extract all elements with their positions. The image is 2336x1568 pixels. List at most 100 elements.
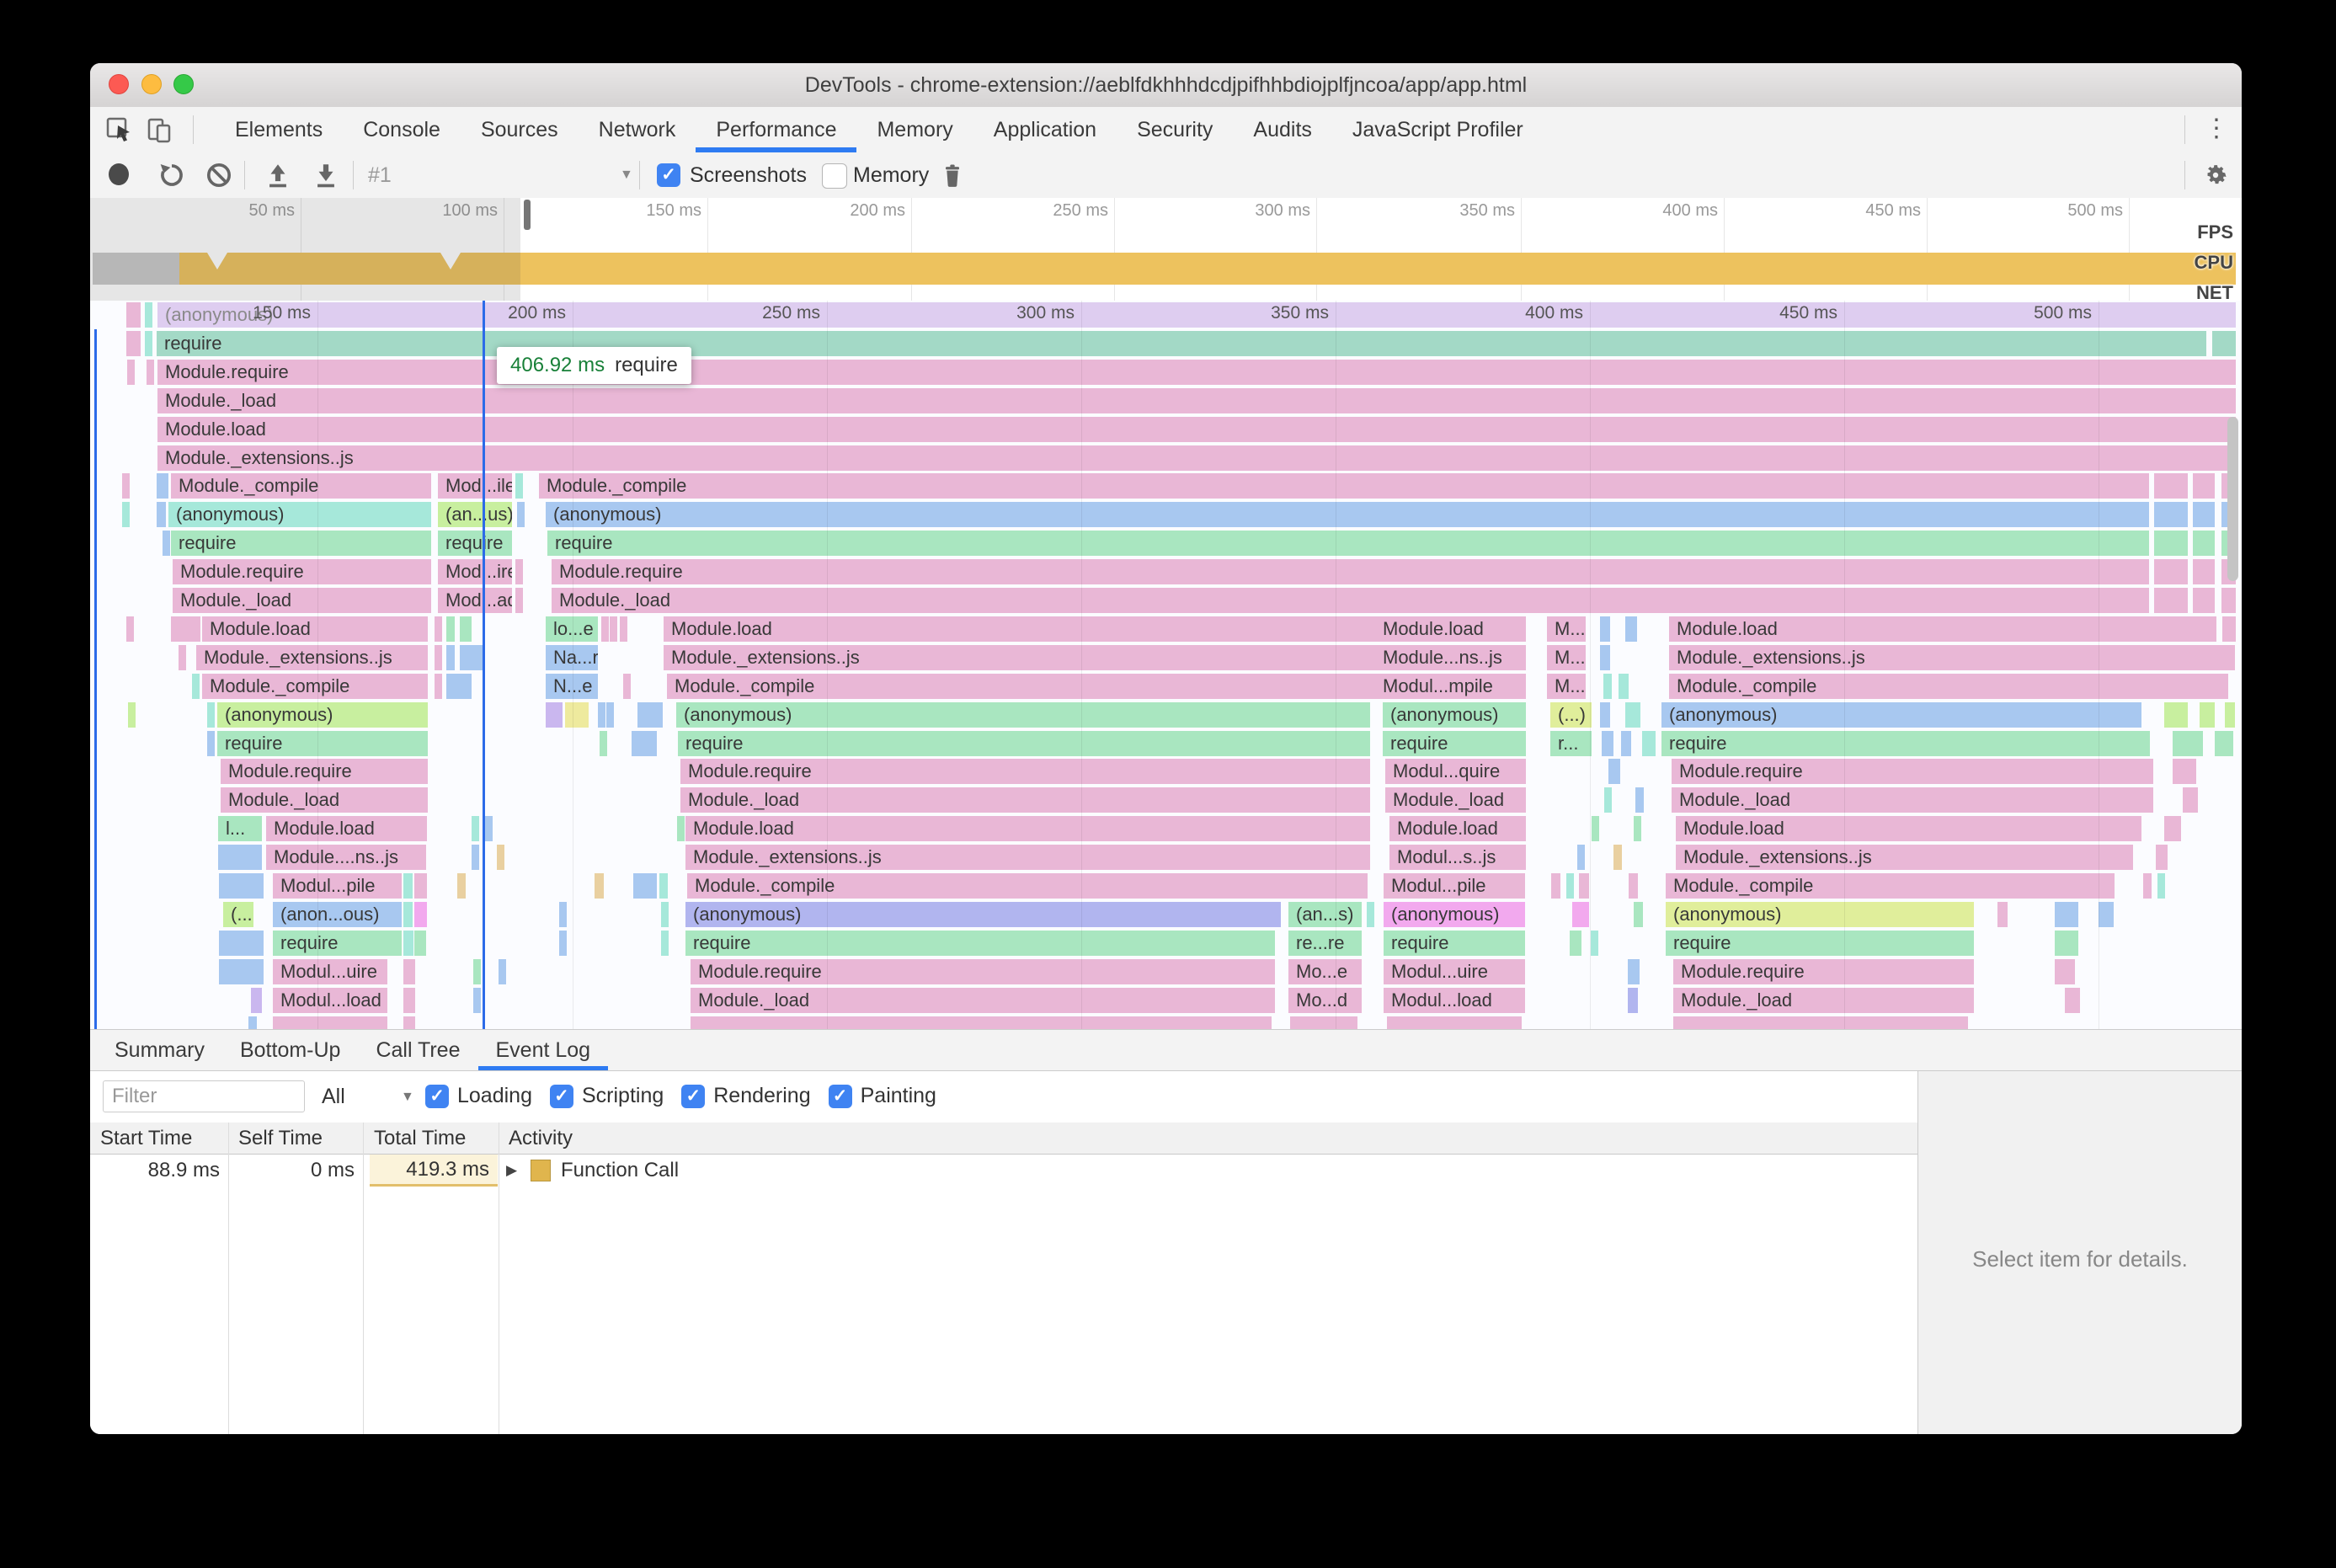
flame-bar[interactable] xyxy=(403,873,413,899)
flame-bar[interactable]: Module._load xyxy=(1385,787,1526,813)
flame-bar[interactable]: Module._extensions..js xyxy=(157,445,2236,471)
flame-bar[interactable] xyxy=(2164,816,2181,842)
flame-bar[interactable] xyxy=(1367,901,1374,927)
flame-bar[interactable] xyxy=(1566,873,1574,899)
flame-bar[interactable] xyxy=(2193,588,2215,613)
flame-bar[interactable] xyxy=(610,616,617,642)
reload-and-profile-icon[interactable] xyxy=(157,161,186,194)
flame-bar[interactable] xyxy=(1551,873,1560,899)
flame-bar[interactable] xyxy=(403,901,413,927)
flame-bar[interactable] xyxy=(499,958,506,984)
flame-bar[interactable] xyxy=(661,901,669,927)
flame-bar[interactable] xyxy=(219,930,264,956)
flame-bar[interactable] xyxy=(2154,531,2188,557)
flame-bar[interactable] xyxy=(122,473,130,499)
flame-bar[interactable]: require xyxy=(438,531,512,557)
flame-bar[interactable]: require xyxy=(678,730,1370,756)
flame-bar[interactable]: M... xyxy=(1547,673,1586,699)
device-toolbar-icon[interactable] xyxy=(146,115,174,144)
flame-bar[interactable] xyxy=(517,502,525,528)
flame-bar[interactable] xyxy=(133,330,141,356)
flame-bar[interactable]: Module.require xyxy=(552,559,2149,585)
save-profile-icon[interactable] xyxy=(312,161,340,194)
flame-bar[interactable]: Module._load xyxy=(157,387,2236,413)
flame-bar[interactable] xyxy=(2183,787,2198,813)
checkbox-rendering[interactable]: ✓ xyxy=(681,1084,706,1108)
flame-bar[interactable]: Module._compile xyxy=(1666,873,2115,899)
playhead-line[interactable] xyxy=(483,301,485,1029)
flame-bar[interactable] xyxy=(403,987,415,1013)
flame-bar[interactable] xyxy=(2215,730,2233,756)
flame-bar[interactable]: (an...us) xyxy=(438,502,512,528)
flame-bar[interactable]: (anonymous) xyxy=(676,701,1370,728)
flame-bar[interactable]: Module._compile xyxy=(687,873,1368,899)
flame-bar[interactable] xyxy=(1572,901,1589,927)
inspect-element-icon[interactable] xyxy=(105,115,134,144)
flame-bar[interactable] xyxy=(2193,559,2215,585)
flame-bar[interactable]: (anonymous) xyxy=(217,701,428,728)
flame-bar[interactable]: Mo...d xyxy=(1288,987,1362,1013)
timeline-overview[interactable]: 50 ms 100 ms 150 ms 200 ms 250 ms 300 ms 350 m… xyxy=(90,198,2242,301)
flame-bar[interactable] xyxy=(122,502,130,528)
checkbox-scripting[interactable]: ✓ xyxy=(549,1084,573,1108)
flame-bar[interactable] xyxy=(606,701,614,728)
flame-bar[interactable]: Mod...ile xyxy=(438,473,512,499)
category-select-arrow-icon[interactable]: ▼ xyxy=(401,1071,414,1123)
flame-bar[interactable] xyxy=(633,873,657,899)
col-total-time[interactable]: Total Time xyxy=(374,1123,466,1155)
flame-bar[interactable]: Modul...pile xyxy=(273,873,402,899)
flame-bar[interactable]: Modul...mpile xyxy=(1375,673,1526,699)
flame-bar[interactable]: require xyxy=(217,730,428,756)
flame-bar[interactable] xyxy=(632,730,657,756)
flame-bar[interactable] xyxy=(497,845,504,871)
flame-bar[interactable] xyxy=(1604,787,1612,813)
tab-javascript-profiler[interactable]: JavaScript Profiler xyxy=(1332,107,1544,152)
flame-bar[interactable] xyxy=(2055,930,2078,956)
flame-bar[interactable]: require xyxy=(1383,730,1526,756)
flame-bar[interactable]: Module.load xyxy=(157,416,2236,442)
flame-bar[interactable]: (anonymous) xyxy=(1666,901,1974,927)
tab-bottom-up[interactable]: Bottom-Up xyxy=(222,1030,358,1070)
flame-bar[interactable] xyxy=(128,701,136,728)
flame-bar[interactable]: require xyxy=(273,930,402,956)
flame-bar[interactable]: require xyxy=(547,531,2149,557)
flame-bar[interactable] xyxy=(2154,473,2188,499)
flame-bar[interactable] xyxy=(171,616,200,642)
flame-bar[interactable]: (anonymous) xyxy=(546,502,2149,528)
flame-bar[interactable]: Na...r xyxy=(546,644,598,670)
flame-bar[interactable] xyxy=(435,644,442,670)
col-self-time[interactable]: Self Time xyxy=(238,1123,323,1155)
flame-bar[interactable] xyxy=(1625,616,1637,642)
event-log-row[interactable]: 88.9 ms 0 ms 419.3 ms ▶ Function Call xyxy=(90,1155,1917,1187)
flame-bar[interactable] xyxy=(2055,958,2075,984)
flame-bar[interactable]: Module.require xyxy=(691,958,1275,984)
flame-bar[interactable] xyxy=(446,644,455,670)
flame-bar[interactable]: Module._load xyxy=(1672,787,2153,813)
flame-bar[interactable] xyxy=(485,816,493,842)
flame-chart[interactable]: (anonymous) require Module.require Module._… xyxy=(90,301,2242,1029)
flame-bar[interactable]: Mod...ire xyxy=(438,559,512,585)
flame-bar[interactable] xyxy=(403,930,413,956)
flame-bar[interactable]: Module._load xyxy=(221,787,428,813)
flame-bar[interactable] xyxy=(623,673,631,699)
flame-bar[interactable] xyxy=(2193,473,2215,499)
flame-bar[interactable]: Module.load xyxy=(1389,816,1526,842)
flame-bar[interactable] xyxy=(2157,873,2165,899)
flame-bar[interactable] xyxy=(565,701,589,728)
flame-bar[interactable] xyxy=(472,845,479,871)
flame-bar[interactable] xyxy=(1634,901,1643,927)
flame-bar[interactable]: Modul...load xyxy=(1384,987,1525,1013)
flame-bar[interactable] xyxy=(2173,730,2203,756)
flame-bar[interactable]: (anon...ous) xyxy=(273,901,402,927)
tab-audits[interactable]: Audits xyxy=(1233,107,1331,152)
flame-bar[interactable] xyxy=(637,701,663,728)
flame-bar[interactable] xyxy=(157,502,166,528)
tab-application[interactable]: Application xyxy=(973,107,1117,152)
flame-bar[interactable] xyxy=(473,987,481,1013)
flame-bar[interactable]: Module.require xyxy=(173,559,431,585)
flame-bar[interactable] xyxy=(515,588,523,613)
flame-bar[interactable] xyxy=(598,701,605,728)
flame-bar[interactable] xyxy=(133,302,141,328)
flame-bar[interactable] xyxy=(1387,1016,1522,1029)
flame-bar[interactable]: Module.load xyxy=(1676,816,2141,842)
